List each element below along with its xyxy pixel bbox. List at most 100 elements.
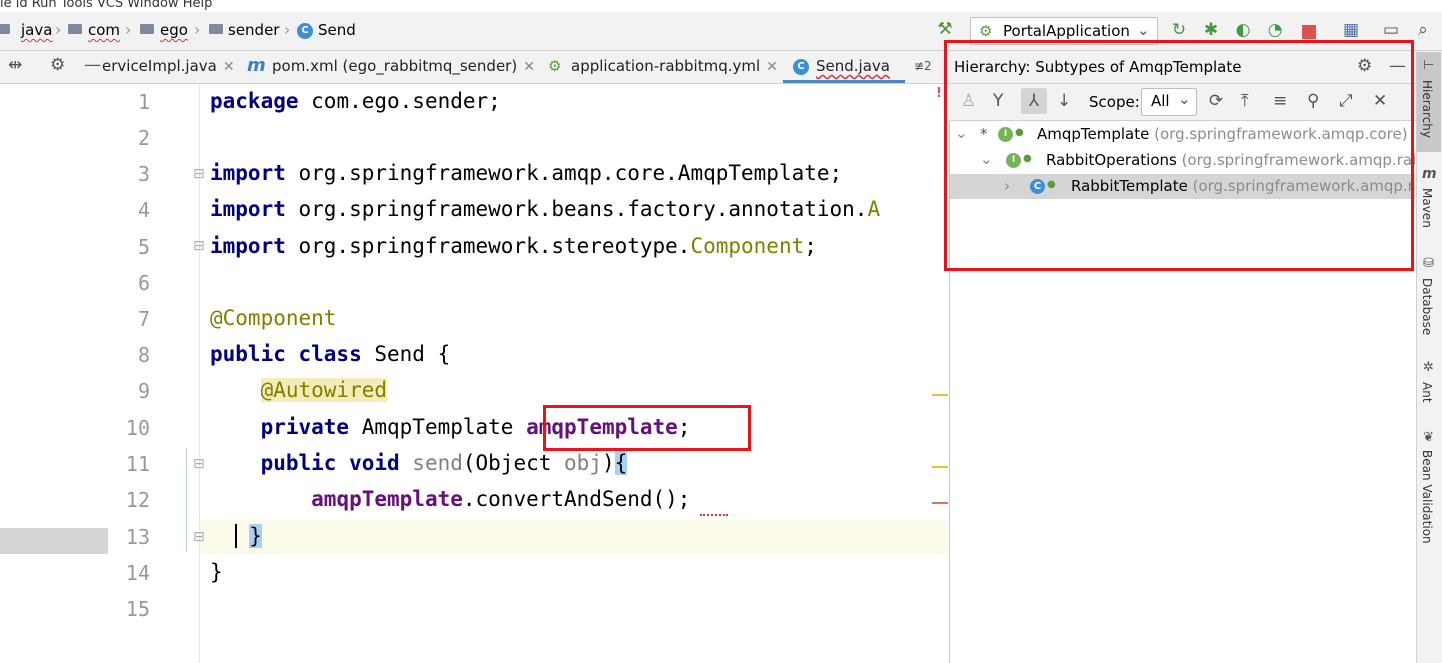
folder-icon xyxy=(140,24,154,34)
warning-marker[interactable] xyxy=(932,466,948,468)
hierarchy-icon: ⊢ xyxy=(1423,58,1435,73)
close-icon[interactable]: ✕ xyxy=(523,59,535,75)
side-tab-database[interactable]: Database xyxy=(1420,278,1434,335)
fold-marker-icon[interactable]: ⊟ xyxy=(193,456,205,472)
matched-brace: { xyxy=(614,451,628,475)
project-selection-row xyxy=(0,528,108,554)
line-number: 2 xyxy=(137,126,150,150)
breadcrumb-separator-icon: › xyxy=(55,20,62,39)
line-number: 6 xyxy=(137,271,150,295)
line-number: 8 xyxy=(137,343,150,367)
minimize-icon[interactable]: — xyxy=(84,55,101,75)
code-line-9[interactable]: @Autowired xyxy=(210,378,388,402)
matched-brace: } xyxy=(249,524,262,548)
side-tab-hierarchy[interactable]: Hierarchy xyxy=(1420,80,1434,138)
folder-icon xyxy=(0,24,10,34)
stop-icon[interactable] xyxy=(1302,25,1316,39)
keyword: package xyxy=(210,89,299,113)
tab-label: erviceImpl.java xyxy=(102,57,217,75)
highlight-box-hierarchy xyxy=(944,40,1414,271)
keyword: import xyxy=(210,161,286,185)
tabs-overflow-button[interactable]: ≢2 xyxy=(914,59,932,73)
class-icon: C xyxy=(297,23,313,39)
line-number: 5 xyxy=(137,235,150,259)
maven-icon: m xyxy=(1422,166,1437,182)
breadcrumb-java[interactable]: java xyxy=(21,21,52,39)
tab-service-impl[interactable]: erviceImpl.java ✕ xyxy=(102,57,235,75)
menu-bar-fragment[interactable]: ie ld Run Tools VCS Window Help xyxy=(0,0,950,12)
breadcrumb-separator-icon: › xyxy=(125,20,132,39)
code-line-1[interactable]: package com.ego.sender; xyxy=(210,89,501,113)
breadcrumb-com[interactable]: com xyxy=(88,21,120,39)
chevron-down-icon: ⌄ xyxy=(1137,21,1150,39)
code-line-4[interactable]: import org.springframework.beans.factory… xyxy=(210,197,880,221)
code-text: Send { xyxy=(361,342,451,366)
annotation-text: @Autowired xyxy=(260,378,388,402)
code-text: ) xyxy=(601,451,615,475)
coverage-icon[interactable]: ◐ xyxy=(1234,21,1252,39)
code-line-12[interactable]: amqpTemplate.convertAndSend(); xyxy=(210,487,690,511)
tab-send-java[interactable]: Send.java xyxy=(816,57,890,75)
close-icon[interactable]: ✕ xyxy=(223,59,235,75)
side-tab-bean-validation[interactable]: Bean Validation xyxy=(1420,450,1434,544)
tab-application-rabbitmq-yml[interactable]: application-rabbitmq.yml ✕ xyxy=(571,57,778,75)
line-number: 12 xyxy=(125,488,150,512)
fold-marker-icon[interactable]: ⊟ xyxy=(193,238,205,254)
code-line-11[interactable]: public void send(Object obj){ xyxy=(210,451,628,475)
maven-file-icon: m xyxy=(247,55,266,76)
line-number: 4 xyxy=(137,198,150,222)
fold-marker-icon[interactable]: ⊟ xyxy=(193,529,205,545)
spring-boot-icon: ⚙ xyxy=(979,22,993,40)
build-hammer-icon[interactable]: ⚒ xyxy=(936,20,954,38)
gear-icon[interactable]: ⚙ xyxy=(50,55,65,75)
code-text: com.ego.sender; xyxy=(298,89,501,113)
code-text: .convertAndSend(); xyxy=(462,487,691,511)
warning-marker[interactable] xyxy=(932,394,948,396)
code-line-13[interactable]: } xyxy=(210,524,262,548)
side-tab-ant[interactable]: Ant xyxy=(1420,382,1434,403)
tab-label: pom.xml (ego_rabbitmq_sender) xyxy=(272,57,518,75)
close-icon[interactable]: ✕ xyxy=(766,59,778,75)
code-line-3[interactable]: import org.springframework.amqp.core.Amq… xyxy=(210,161,842,185)
field-name: amqpTemplate xyxy=(311,487,463,511)
yaml-file-icon: ⚙ xyxy=(548,57,562,75)
code-text: org.springframework.stereotype. xyxy=(285,234,691,258)
code-text: A xyxy=(867,197,881,221)
error-marker[interactable] xyxy=(932,502,948,504)
method-name: send xyxy=(399,451,463,475)
keyword: public void xyxy=(260,451,400,475)
project-structure-icon[interactable]: ▦ xyxy=(1342,21,1360,39)
breadcrumb-sender[interactable]: sender xyxy=(228,21,279,39)
line-number: 7 xyxy=(137,307,150,331)
error-underline xyxy=(700,511,728,516)
active-tab-indicator xyxy=(783,80,905,83)
fold-marker-icon[interactable]: ⊟ xyxy=(193,166,205,182)
parameter-name: obj xyxy=(564,451,602,475)
line-number: 9 xyxy=(137,379,150,403)
collapse-icon[interactable]: ⇹ xyxy=(8,55,22,75)
line-number: 1 xyxy=(137,90,150,114)
database-icon: ⛁ xyxy=(1423,256,1434,271)
code-line-7[interactable]: @Component xyxy=(210,306,336,330)
tab-pom-xml[interactable]: pom.xml (ego_rabbitmq_sender) ✕ xyxy=(272,57,535,75)
line-number: 11 xyxy=(125,452,150,476)
code-line-14[interactable]: } xyxy=(210,560,223,584)
breadcrumb-send[interactable]: Send xyxy=(318,21,356,39)
line-number: 14 xyxy=(125,561,150,585)
presentation-icon[interactable]: ▭ xyxy=(1382,21,1400,39)
error-indicator-icon[interactable]: ! xyxy=(936,86,942,101)
breadcrumb-separator-icon: › xyxy=(284,20,291,39)
ant-icon: ✲ xyxy=(1423,360,1434,375)
run-configuration-label: PortalApplication xyxy=(1003,22,1130,40)
code-line-8[interactable]: public class Send { xyxy=(210,342,450,366)
breadcrumb-ego[interactable]: ego xyxy=(160,21,188,39)
debug-bug-icon[interactable]: ✱ xyxy=(1202,21,1220,39)
side-tab-maven[interactable]: Maven xyxy=(1420,188,1434,228)
class-icon: C xyxy=(793,59,809,75)
search-icon[interactable]: ⌕ xyxy=(1414,21,1432,39)
keyword: public class xyxy=(210,342,362,366)
profile-icon[interactable]: ◔ xyxy=(1266,21,1284,39)
code-text: org.springframework.beans.factory.annota… xyxy=(285,197,868,221)
rerun-icon[interactable]: ↻ xyxy=(1170,21,1188,39)
code-line-5[interactable]: import org.springframework.stereotype.Co… xyxy=(210,234,817,258)
